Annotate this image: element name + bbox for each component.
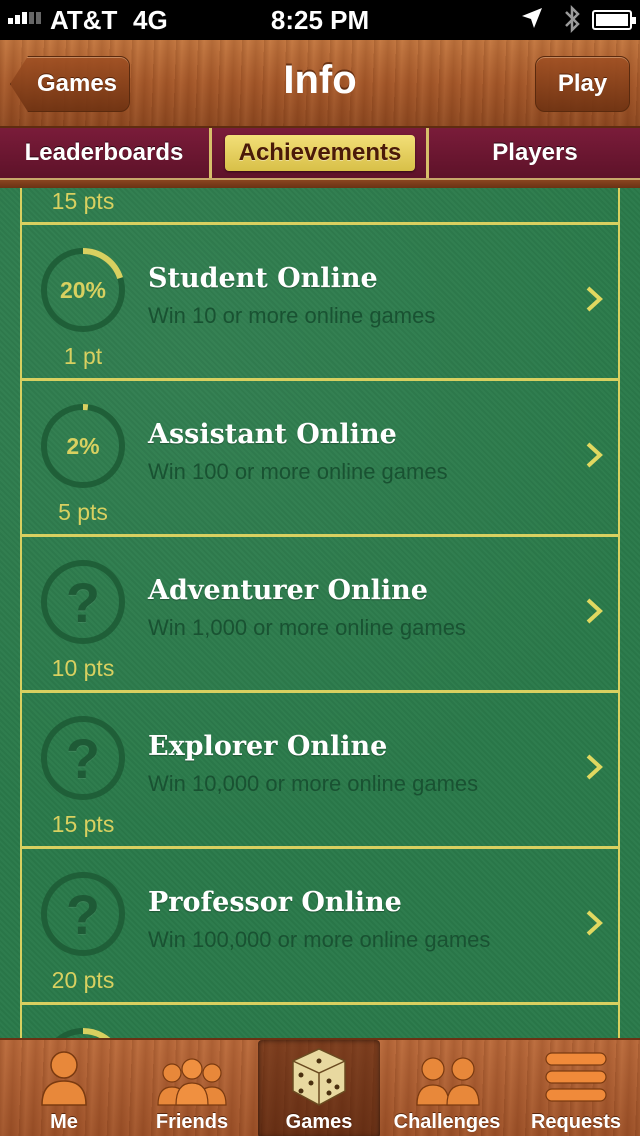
navigation-bar: Games Info Play: [0, 40, 640, 128]
tab-leaderboards[interactable]: Leaderboards: [0, 128, 208, 178]
battery-icon: [592, 10, 636, 30]
achievement-description: Win 100,000 or more online games: [148, 927, 491, 952]
tab-games[interactable]: Games: [258, 1040, 380, 1136]
tab-friends[interactable]: Friends: [128, 1040, 256, 1136]
requests-icon: [545, 1052, 607, 1102]
achievement-title: Assistant Online: [148, 419, 397, 450]
achievement-row[interactable]: ? 20 pts Professor Online Win 100,000 or…: [20, 846, 620, 1002]
play-button[interactable]: Play: [535, 56, 630, 112]
tab-leaderboards-label: Leaderboards: [24, 139, 184, 166]
tab-me-label: Me: [50, 1111, 78, 1133]
achievement-description: Win 10,000 or more online games: [148, 771, 479, 796]
segment-divider: [209, 128, 212, 178]
achievement-points: 10 pts: [51, 655, 115, 681]
chevron-right-icon: [586, 910, 603, 936]
clock: 8:25 PM: [270, 5, 370, 35]
tab-challenges-label: Challenges: [393, 1111, 501, 1133]
progress-ring-icon: [38, 1025, 128, 1038]
achievement-title: Explorer Online: [148, 731, 388, 762]
tab-challenges[interactable]: Challenges: [383, 1040, 511, 1136]
achievement-title: Adventurer Online: [148, 575, 428, 606]
status-bar: AT&T 4G 8:25 PM: [0, 0, 640, 40]
achievement-row[interactable]: 20% 1 pt Student Online Win 10 or more o…: [20, 222, 620, 378]
segmented-control: Leaderboards Achievements Players: [0, 128, 640, 180]
chevron-right-icon: [586, 598, 603, 624]
tab-achievements[interactable]: Achievements: [213, 128, 427, 178]
achievement-row[interactable]: 2% 5 pts Assistant Online Win 100 or mor…: [20, 378, 620, 534]
chevron-right-icon: [586, 754, 603, 780]
dice-icon: [292, 1048, 346, 1106]
location-arrow-icon: [520, 6, 544, 37]
segment-divider: [426, 128, 429, 178]
achievement-points: 5 pts: [58, 499, 108, 525]
partial-row-points: 15 pts: [51, 188, 115, 214]
chevron-right-icon: [586, 442, 603, 468]
tab-players-label: Players: [492, 139, 578, 166]
progress-percent: 2%: [66, 432, 100, 459]
achievement-description: Win 1,000 or more online games: [148, 615, 466, 640]
question-mark-icon: ?: [65, 882, 101, 946]
achievement-title: Professor Online: [148, 887, 402, 918]
tab-requests[interactable]: Requests: [512, 1040, 640, 1136]
chevron-right-icon: [586, 286, 603, 312]
tab-me[interactable]: Me: [0, 1040, 128, 1136]
tab-players[interactable]: Players: [430, 128, 640, 178]
question-mark-icon: ?: [65, 726, 101, 790]
achievement-description: Win 10 or more online games: [148, 303, 436, 328]
tab-requests-label: Requests: [530, 1111, 622, 1133]
achievement-row-partial[interactable]: [20, 1002, 620, 1038]
friends-icon: [157, 1058, 227, 1106]
bluetooth-icon: [562, 3, 582, 42]
tab-achievements-label: Achievements: [224, 135, 416, 171]
wood-edge: [0, 180, 640, 188]
achievement-points: 20 pts: [51, 967, 115, 993]
achievement-points: 1 pt: [63, 343, 103, 369]
achievement-row[interactable]: ? 10 pts Adventurer Online Win 1,000 or …: [20, 534, 620, 690]
achievement-row[interactable]: ? 15 pts Explorer Online Win 10,000 or m…: [20, 690, 620, 846]
achievements-list[interactable]: 15 pts 20% 1 pt Student Online Win 10 or…: [0, 188, 640, 1038]
achievement-description: Win 100 or more online games: [148, 459, 448, 484]
challenges-icon: [416, 1057, 480, 1106]
tab-friends-label: Friends: [155, 1111, 229, 1133]
progress-percent: 20%: [59, 276, 107, 303]
achievement-points: 15 pts: [51, 811, 115, 837]
tab-games-label: Games: [285, 1111, 353, 1133]
question-mark-icon: ?: [65, 570, 101, 634]
achievement-title: Student Online: [148, 263, 378, 294]
person-icon: [41, 1051, 87, 1106]
bottom-tab-bar: Me Friends Games Challenges Requests: [0, 1038, 640, 1136]
